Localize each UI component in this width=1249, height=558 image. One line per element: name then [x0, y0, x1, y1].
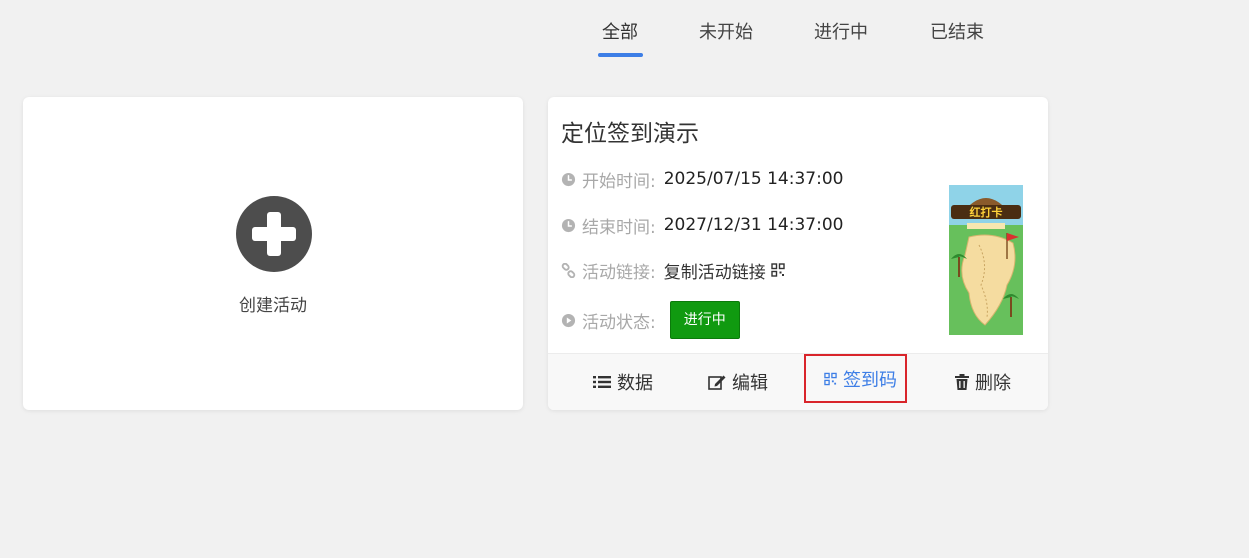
qrcode-icon[interactable]	[771, 263, 785, 277]
activity-card: 定位签到演示 开始时间: 2025/07/15 14:37:00 结束时间: 2…	[548, 97, 1048, 410]
data-button[interactable]: 数据	[593, 366, 653, 398]
activity-link-row: 活动链接: 复制活动链接	[561, 258, 785, 283]
start-time-label: 开始时间:	[582, 171, 656, 192]
copy-activity-link[interactable]: 复制活动链接	[664, 258, 766, 283]
delete-button[interactable]: 删除	[955, 366, 1011, 398]
tab-in-progress[interactable]: 进行中	[814, 20, 868, 46]
edit-icon	[708, 375, 726, 390]
create-activity-label: 创建活动	[239, 296, 307, 316]
clock-icon	[561, 172, 576, 186]
active-tab-indicator	[598, 53, 643, 57]
data-button-label: 数据	[617, 373, 653, 394]
map-poster-thumbnail[interactable]: 红打卡	[949, 185, 1023, 335]
checkin-code-button-label: 签到码	[843, 369, 897, 391]
start-time-row: 开始时间: 2025/07/15 14:37:00	[561, 167, 844, 192]
tab-ended[interactable]: 已结束	[930, 20, 984, 46]
qrcode-icon	[824, 372, 837, 385]
end-time-label: 结束时间:	[582, 217, 656, 238]
play-circle-icon	[561, 313, 576, 327]
delete-button-label: 删除	[975, 373, 1011, 394]
end-time-row: 结束时间: 2027/12/31 14:37:00	[561, 213, 844, 238]
checkin-code-button[interactable]: 签到码	[804, 354, 907, 403]
tab-all[interactable]: 全部	[602, 20, 638, 46]
trash-icon	[955, 374, 969, 390]
create-activity-card[interactable]: 创建活动	[23, 97, 523, 410]
activity-status-row: 活动状态: 进行中	[561, 301, 740, 339]
card-action-bar: 数据 编辑 签到码 删除	[548, 353, 1048, 410]
tab-not-started[interactable]: 未开始	[699, 20, 753, 46]
status-badge: 进行中	[669, 301, 740, 339]
plus-circle-icon[interactable]	[236, 196, 312, 272]
list-icon	[593, 376, 611, 388]
end-time-value: 2027/12/31 14:37:00	[663, 215, 844, 235]
edit-button[interactable]: 编辑	[708, 366, 768, 398]
activity-status-label: 活动状态:	[582, 312, 656, 333]
link-icon	[561, 262, 576, 278]
activity-link-label: 活动链接:	[582, 262, 656, 283]
svg-text:红打卡: 红打卡	[970, 205, 1003, 219]
start-time-value: 2025/07/15 14:37:00	[663, 169, 844, 189]
activity-title: 定位签到演示	[561, 121, 699, 147]
clock-icon	[561, 218, 576, 232]
edit-button-label: 编辑	[732, 373, 768, 394]
